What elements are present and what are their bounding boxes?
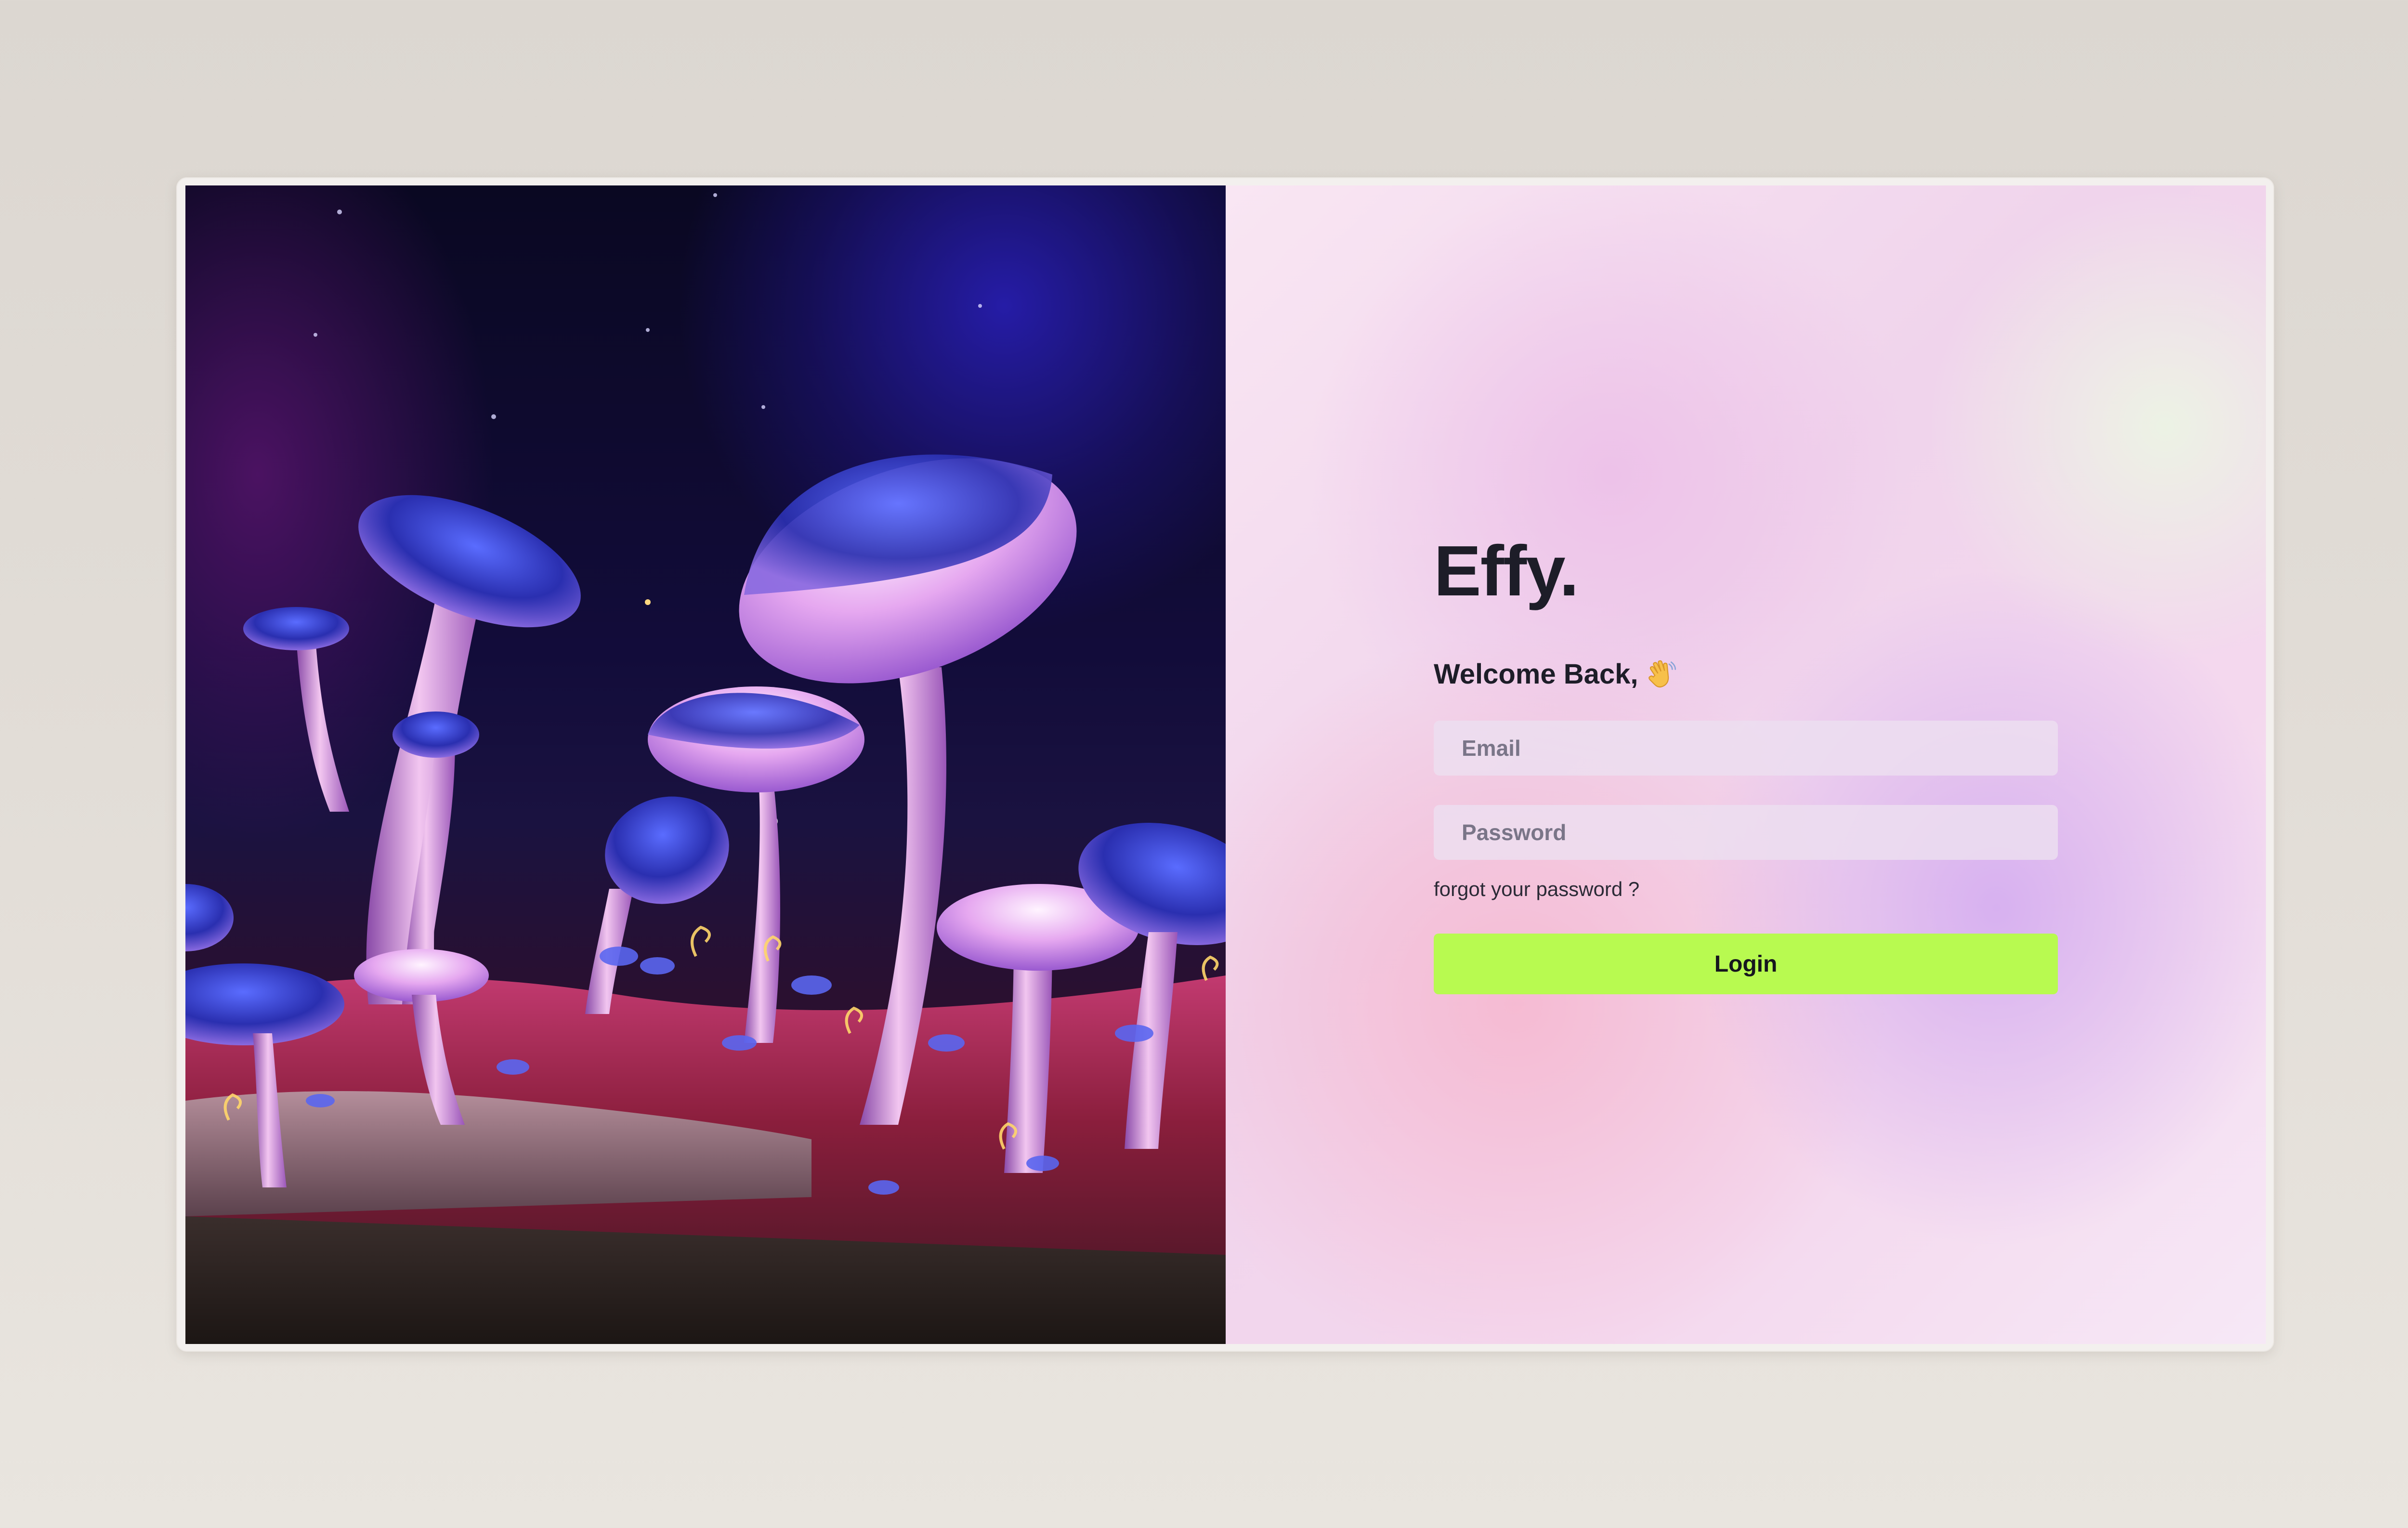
mushroom-forest-illustration [185, 193, 1226, 1344]
forgot-password-link[interactable]: forgot your password ? [1434, 878, 1639, 901]
login-button[interactable]: Login [1434, 934, 2058, 994]
welcome-heading: Welcome Back, [1434, 658, 1678, 691]
waving-hand-icon [1649, 660, 1676, 688]
email-input[interactable] [1434, 721, 2058, 776]
welcome-text: Welcome Back, [1434, 659, 1638, 690]
brand-logo: Effy. [1434, 531, 1579, 611]
password-input[interactable] [1434, 805, 2058, 860]
hero-image [185, 185, 1226, 1344]
